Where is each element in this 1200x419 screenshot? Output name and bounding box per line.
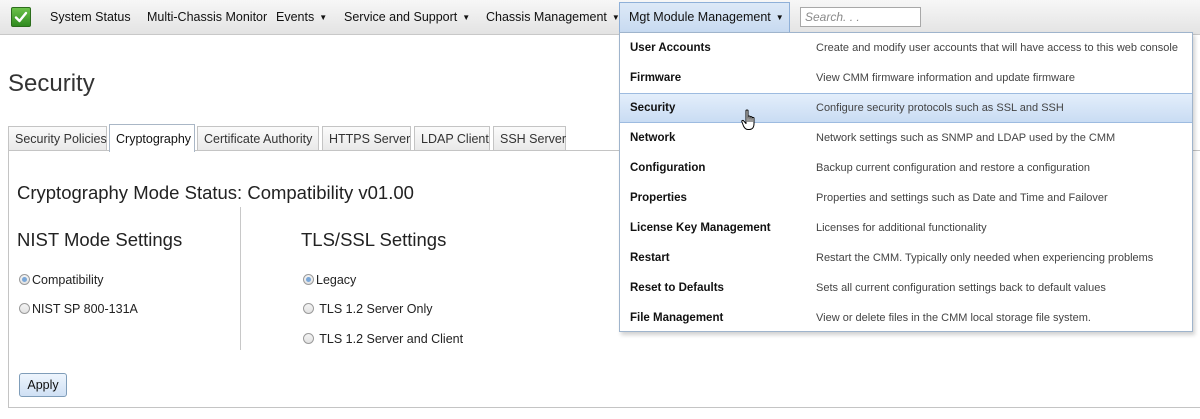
- menu-item-description: Licenses for additional functionality: [816, 222, 987, 234]
- menu-item-description: Backup current configuration and restore…: [816, 162, 1090, 174]
- radio-button[interactable]: [19, 303, 30, 314]
- nav-system-status[interactable]: System Status: [50, 0, 131, 34]
- top-navigation-bar: System Status Multi-Chassis Monitor Even…: [0, 0, 1200, 35]
- menu-item-security[interactable]: Security Configure security protocols su…: [620, 93, 1192, 123]
- nist-option-sp-800-131a[interactable]: NIST SP 800-131A: [19, 300, 138, 318]
- nist-option-label: NIST SP 800-131A: [32, 302, 138, 316]
- menu-item-label: Security: [630, 102, 676, 114]
- radio-button-selected[interactable]: [303, 274, 314, 285]
- menu-item-label: File Management: [630, 312, 724, 324]
- radio-button-selected[interactable]: [19, 274, 30, 285]
- nav-mgt-module-management-label: Mgt Module Management: [629, 10, 771, 24]
- tls-option-label: TLS 1.2 Server Only: [319, 302, 433, 316]
- menu-item-firmware[interactable]: Firmware View CMM firmware information a…: [620, 63, 1192, 93]
- menu-item-description: Create and modify user accounts that wil…: [816, 42, 1178, 54]
- nist-option-label: Compatibility: [32, 273, 104, 287]
- tab-ldap-client-label: LDAP Client: [421, 132, 489, 146]
- menu-item-label: Properties: [630, 192, 687, 204]
- page-title: Security: [8, 70, 95, 97]
- nav-chassis-management-label: Chassis Management: [486, 10, 607, 24]
- menu-item-label: Firmware: [630, 72, 682, 84]
- menu-item-properties[interactable]: Properties Properties and settings such …: [620, 183, 1192, 213]
- menu-item-network[interactable]: Network Network settings such as SNMP an…: [620, 123, 1192, 153]
- nist-mode-settings-title: NIST Mode Settings: [17, 229, 183, 250]
- radio-button[interactable]: [303, 303, 314, 314]
- menu-item-reset-to-defaults[interactable]: Reset to Defaults Sets all current confi…: [620, 273, 1192, 303]
- search-input[interactable]: [800, 7, 921, 27]
- tab-cryptography-label: Cryptography: [116, 132, 192, 146]
- tls-option-label: Legacy: [316, 273, 357, 287]
- nav-chassis-management[interactable]: Chassis Management ▼: [486, 0, 620, 34]
- menu-item-label: Restart: [630, 252, 670, 264]
- nav-service-and-support[interactable]: Service and Support ▼: [344, 0, 470, 34]
- caret-down-icon: ▼: [319, 12, 328, 22]
- menu-item-description: View CMM firmware information and update…: [816, 72, 1075, 84]
- tab-certificate-authority[interactable]: Certificate Authority: [197, 126, 319, 151]
- tab-ssh-server-label: SSH Server: [500, 132, 566, 146]
- nav-events-label: Events: [276, 10, 315, 24]
- tls-ssl-settings-title: TLS/SSL Settings: [301, 229, 447, 250]
- tab-ssh-server[interactable]: SSH Server: [493, 126, 566, 151]
- tls-option-server-only[interactable]: TLS 1.2 Server Only: [303, 300, 433, 318]
- radio-button[interactable]: [303, 333, 314, 344]
- menu-item-file-management[interactable]: File Management View or delete files in …: [620, 303, 1192, 333]
- nist-option-compatibility[interactable]: Compatibility: [19, 271, 104, 289]
- tab-certificate-authority-label: Certificate Authority: [204, 132, 313, 146]
- caret-down-icon: ▼: [462, 12, 471, 22]
- mgt-module-management-dropdown: User Accounts Create and modify user acc…: [619, 32, 1193, 332]
- menu-item-configuration[interactable]: Configuration Backup current configurati…: [620, 153, 1192, 183]
- tls-option-server-and-client[interactable]: TLS 1.2 Server and Client: [303, 330, 463, 348]
- column-divider: [240, 207, 241, 350]
- tls-option-label: TLS 1.2 Server and Client: [319, 332, 464, 346]
- caret-down-icon: ▼: [775, 13, 784, 23]
- menu-item-label: Configuration: [630, 162, 706, 174]
- menu-item-description: Restart the CMM. Typically only needed w…: [816, 252, 1154, 264]
- nav-system-status-label: System Status: [50, 10, 131, 24]
- tab-https-server[interactable]: HTTPS Server: [322, 126, 411, 151]
- nav-multi-chassis-monitor-label: Multi-Chassis Monitor: [147, 10, 268, 24]
- nav-mgt-module-management[interactable]: Mgt Module Management ▼: [619, 2, 790, 35]
- green-checkmark-logo-icon[interactable]: [11, 7, 31, 27]
- apply-button[interactable]: Apply: [19, 373, 67, 397]
- tab-ldap-client[interactable]: LDAP Client: [414, 126, 490, 151]
- tab-security-policies-label: Security Policies: [15, 132, 107, 146]
- menu-item-description: Sets all current configuration settings …: [816, 282, 1106, 294]
- tab-security-policies[interactable]: Security Policies: [8, 126, 107, 151]
- tab-https-server-label: HTTPS Server: [329, 132, 411, 146]
- menu-item-user-accounts[interactable]: User Accounts Create and modify user acc…: [620, 33, 1192, 63]
- menu-item-description: View or delete files in the CMM local st…: [816, 312, 1091, 324]
- menu-item-license-key-management[interactable]: License Key Management Licenses for addi…: [620, 213, 1192, 243]
- menu-item-description: Properties and settings such as Date and…: [816, 192, 1108, 204]
- tls-option-legacy[interactable]: Legacy: [303, 271, 356, 289]
- menu-item-restart[interactable]: Restart Restart the CMM. Typically only …: [620, 243, 1192, 273]
- nav-multi-chassis-monitor[interactable]: Multi-Chassis Monitor: [147, 0, 267, 34]
- menu-item-description: Network settings such as SNMP and LDAP u…: [816, 132, 1116, 144]
- nav-service-and-support-label: Service and Support: [344, 10, 458, 24]
- menu-item-label: Network: [630, 132, 676, 144]
- menu-item-label: Reset to Defaults: [630, 282, 724, 294]
- tab-cryptography[interactable]: Cryptography: [109, 124, 195, 152]
- nav-events[interactable]: Events ▼: [276, 0, 327, 34]
- menu-item-description: Configure security protocols such as SSL…: [816, 102, 1064, 114]
- menu-item-label: License Key Management: [630, 222, 771, 234]
- cryptography-mode-status: Cryptography Mode Status: Compatibility …: [17, 182, 414, 203]
- hand-pointer-cursor-icon: [741, 109, 759, 134]
- menu-item-label: User Accounts: [630, 42, 711, 54]
